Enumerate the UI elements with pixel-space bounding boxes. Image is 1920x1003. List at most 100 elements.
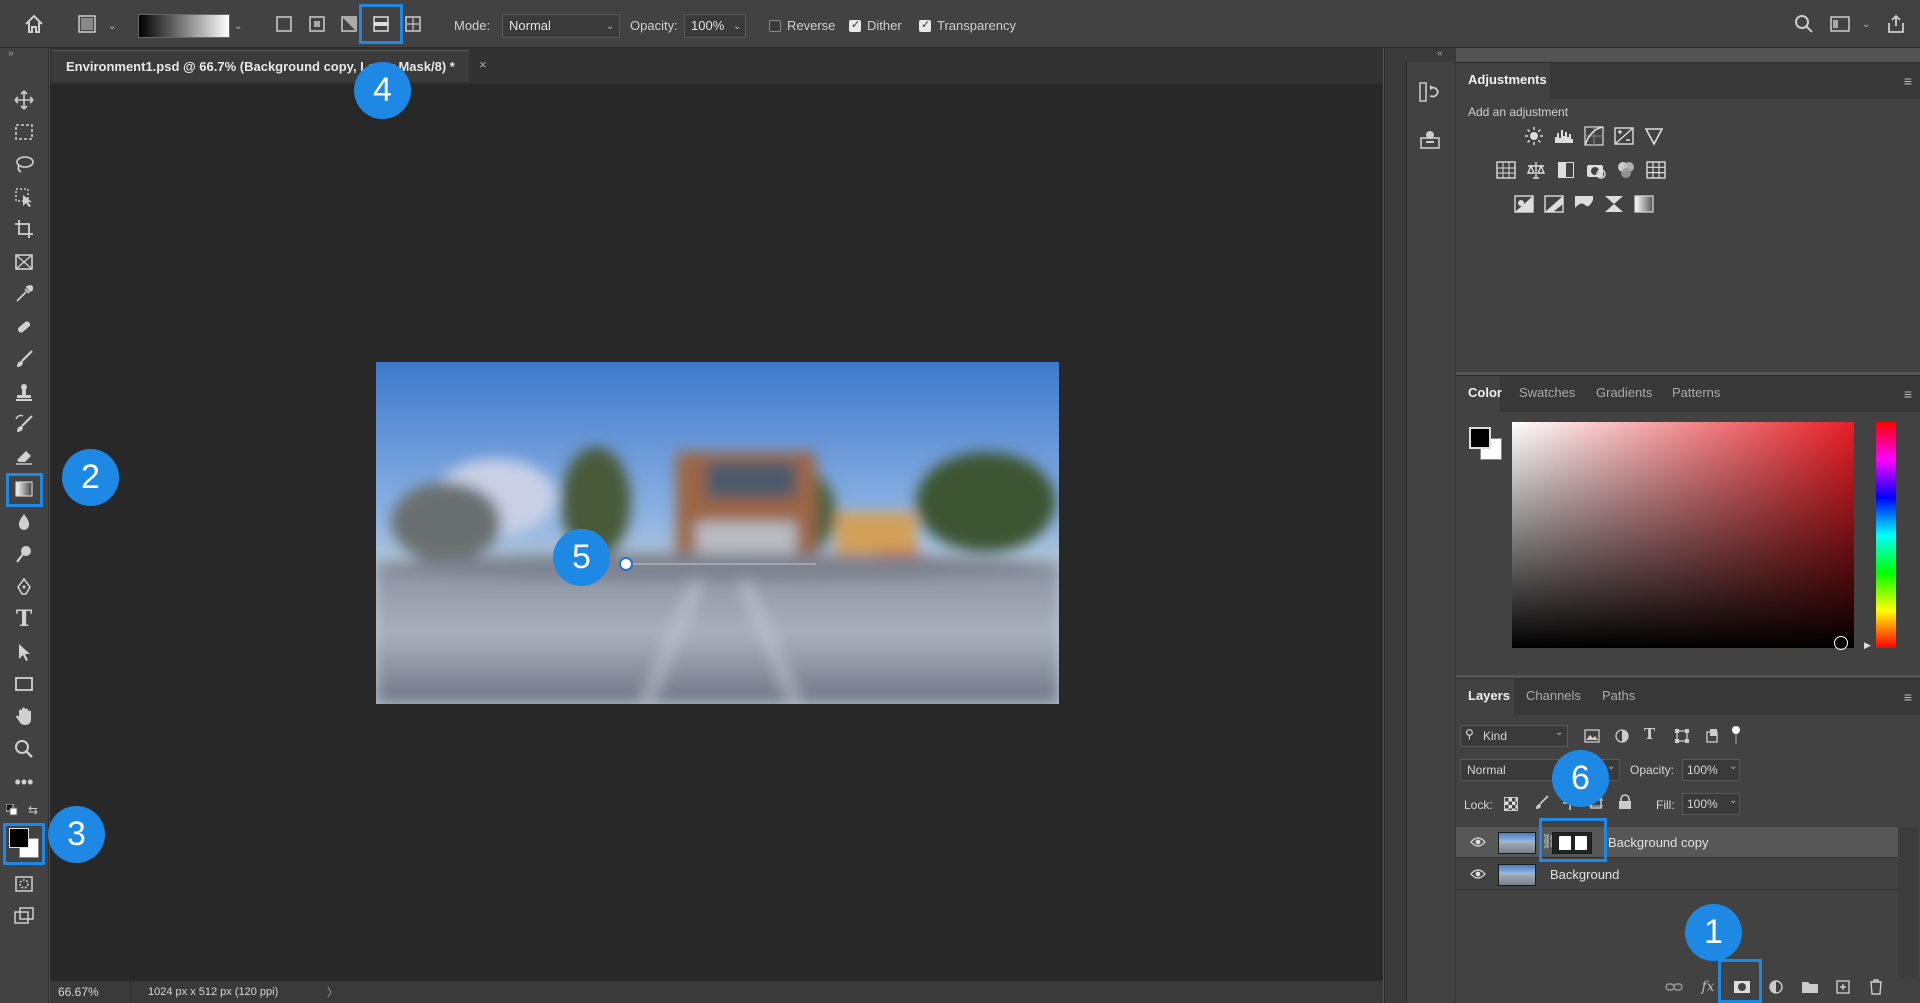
new-group-folder-icon[interactable] xyxy=(1800,977,1820,997)
smart-object-filter-icon[interactable] xyxy=(1704,728,1720,744)
shape-filter-icon[interactable] xyxy=(1674,728,1690,744)
type-filter-icon[interactable]: T xyxy=(1644,725,1655,743)
dodge-tool-icon[interactable] xyxy=(10,540,38,568)
layer-thumbnail[interactable] xyxy=(1498,832,1536,854)
eraser-tool-icon[interactable] xyxy=(10,442,38,470)
black-white-icon[interactable] xyxy=(1555,159,1577,181)
status-arrow-icon[interactable]: 〉 xyxy=(327,984,338,1000)
tab-patterns[interactable]: Patterns xyxy=(1672,385,1720,400)
new-layer-icon[interactable] xyxy=(1833,977,1853,997)
tab-color[interactable]: Color xyxy=(1468,385,1502,400)
visibility-eye-icon[interactable] xyxy=(1470,836,1486,848)
lasso-tool-icon[interactable] xyxy=(10,150,38,178)
panel-menu-icon[interactable]: ≡ xyxy=(1904,73,1912,89)
move-tool-icon[interactable] xyxy=(10,86,38,114)
hand-tool-icon[interactable] xyxy=(10,702,38,730)
chevron-down-icon[interactable]: ⌄ xyxy=(606,21,614,32)
panel-menu-icon[interactable]: ≡ xyxy=(1904,386,1912,402)
linear-gradient-icon[interactable] xyxy=(272,12,296,36)
marquee-tool-icon[interactable] xyxy=(10,118,38,146)
layer-name[interactable]: Background xyxy=(1550,867,1619,882)
lock-transparent-icon[interactable] xyxy=(1504,797,1518,811)
angle-gradient-icon[interactable] xyxy=(337,12,361,36)
mode-select[interactable]: Normal xyxy=(502,14,620,38)
color-lookup-icon[interactable] xyxy=(1645,159,1667,181)
hue-saturation-icon[interactable] xyxy=(1495,159,1517,181)
history-panel-icon[interactable] xyxy=(1418,80,1442,104)
eyedropper-tool-icon[interactable] xyxy=(10,280,38,308)
selective-color-icon[interactable] xyxy=(1603,193,1625,215)
canvas-image[interactable] xyxy=(376,362,1059,704)
layer-row-background[interactable]: Background xyxy=(1456,859,1898,890)
rectangle-tool-icon[interactable] xyxy=(10,670,38,698)
clone-stamp-tool-icon[interactable] xyxy=(10,378,38,406)
chevron-down-icon[interactable]: ⌄ xyxy=(108,21,116,32)
color-balance-icon[interactable] xyxy=(1525,159,1547,181)
vibrance-icon[interactable] xyxy=(1643,125,1665,147)
tab-gradients[interactable]: Gradients xyxy=(1596,385,1652,400)
lock-all-icon[interactable] xyxy=(1618,794,1632,810)
chevron-down-icon[interactable]: ⌄ xyxy=(1862,19,1870,30)
tab-paths[interactable]: Paths xyxy=(1602,688,1635,703)
threshold-icon[interactable] xyxy=(1573,193,1595,215)
gradient-map-icon[interactable] xyxy=(1633,193,1655,215)
posterize-icon[interactable] xyxy=(1543,193,1565,215)
path-selection-tool-icon[interactable] xyxy=(10,638,38,666)
pen-tool-icon[interactable] xyxy=(10,573,38,601)
default-colors-icon[interactable] xyxy=(5,803,18,816)
healing-brush-tool-icon[interactable] xyxy=(10,313,38,341)
levels-icon[interactable] xyxy=(1553,125,1575,147)
hue-slider-pointer-icon[interactable]: ▶ xyxy=(1864,640,1871,651)
fill-field[interactable]: 100% ⌄ xyxy=(1682,793,1740,815)
chevron-down-icon[interactable]: ⌄ xyxy=(733,21,741,32)
crop-tool-icon[interactable] xyxy=(10,215,38,243)
photo-filter-icon[interactable] xyxy=(1585,159,1607,181)
brightness-contrast-icon[interactable] xyxy=(1523,125,1545,147)
zoom-level[interactable]: 66.67% xyxy=(58,985,99,999)
diamond-gradient-icon[interactable] xyxy=(401,12,425,36)
layer-filter-select[interactable]: ⚲ Kind ⌄ xyxy=(1460,725,1568,747)
tab-swatches[interactable]: Swatches xyxy=(1519,385,1575,400)
workspace-icon[interactable] xyxy=(1828,12,1852,36)
libraries-panel-icon[interactable] xyxy=(1418,128,1442,152)
quick-mask-icon[interactable] xyxy=(10,870,38,898)
lock-pixels-icon[interactable] xyxy=(1534,795,1550,811)
tab-adjustments[interactable]: Adjustments xyxy=(1468,72,1547,87)
brush-tool-icon[interactable] xyxy=(10,345,38,373)
tab-channels[interactable]: Channels xyxy=(1526,688,1581,703)
dither-checkbox[interactable] xyxy=(849,18,861,32)
layers-scrollbar[interactable] xyxy=(1898,827,1918,977)
chevron-down-icon[interactable]: ⌄ xyxy=(234,21,242,32)
channel-mixer-icon[interactable] xyxy=(1615,159,1637,181)
gradient-picker[interactable] xyxy=(138,14,230,38)
transparency-checkbox[interactable] xyxy=(919,18,931,32)
gradient-start-handle[interactable] xyxy=(619,557,633,571)
pixel-filter-icon[interactable] xyxy=(1584,728,1600,744)
link-layers-icon[interactable] xyxy=(1664,977,1684,997)
reverse-checkbox[interactable] xyxy=(769,20,781,32)
adjustment-filter-icon[interactable] xyxy=(1614,728,1630,744)
layer-name[interactable]: Background copy xyxy=(1608,835,1708,850)
type-tool-icon[interactable]: T xyxy=(10,605,38,633)
filter-toggle-icon[interactable] xyxy=(1731,725,1741,745)
color-field[interactable] xyxy=(1512,422,1854,650)
curves-icon[interactable] xyxy=(1583,125,1605,147)
swap-colors-icon[interactable]: ⇆ xyxy=(28,803,38,817)
search-icon[interactable] xyxy=(1792,12,1816,36)
delete-layer-icon[interactable] xyxy=(1866,977,1886,997)
new-adjustment-layer-icon[interactable] xyxy=(1766,977,1786,997)
collapse-icon[interactable]: » xyxy=(8,48,14,59)
hue-slider[interactable] xyxy=(1876,422,1896,648)
layer-thumbnail[interactable] xyxy=(1498,864,1536,886)
foreground-color-swatch[interactable] xyxy=(1469,427,1491,449)
invert-icon[interactable] xyxy=(1513,193,1535,215)
layer-opacity-field[interactable]: 100% ⌄ xyxy=(1682,759,1740,781)
exposure-icon[interactable] xyxy=(1613,125,1635,147)
panel-menu-icon[interactable]: ≡ xyxy=(1904,689,1912,705)
close-icon[interactable]: × xyxy=(479,57,487,72)
color-picker-cursor[interactable] xyxy=(1834,636,1848,650)
screen-mode-icon[interactable] xyxy=(10,902,38,930)
visibility-eye-icon[interactable] xyxy=(1470,868,1486,880)
share-icon[interactable] xyxy=(1884,12,1908,36)
object-selection-tool-icon[interactable] xyxy=(10,183,38,211)
